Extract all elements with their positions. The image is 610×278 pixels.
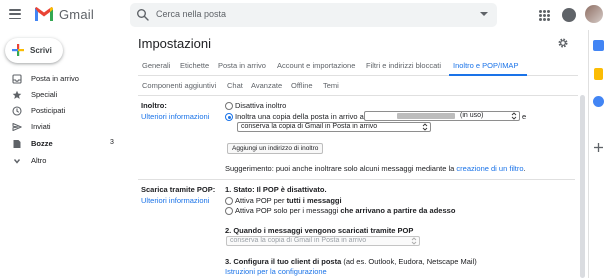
pop-new-messages-radio[interactable] <box>225 207 233 215</box>
chevron-down-icon <box>13 159 21 164</box>
pop-opt2-prefix: Attiva POP solo per i messaggi <box>235 206 339 215</box>
enable-forwarding-radio[interactable] <box>225 113 233 121</box>
pop-status: 1. Stato: Il POP è disattivato. <box>225 185 327 194</box>
keep-icon[interactable] <box>594 68 603 80</box>
forwarding-action-value: conserva la copia di Gmail in Posta in a… <box>241 123 378 130</box>
disable-forwarding-label: Disattiva inoltro <box>235 101 287 110</box>
star-icon <box>12 90 22 99</box>
create-filter-link[interactable]: creazione di un filtro <box>456 164 523 173</box>
gear-icon[interactable] <box>557 37 569 49</box>
tab-filters[interactable]: Filtri e indirizzi bloccati <box>366 61 441 70</box>
clock-icon <box>12 106 22 116</box>
sidebar-item-starred[interactable]: Speciali <box>0 87 125 103</box>
pop-opt1-prefix: Attiva POP per <box>235 196 285 205</box>
tab-chat[interactable]: Chat <box>227 81 243 90</box>
tab-offline[interactable]: Offline <box>291 81 313 90</box>
select-arrows-icon <box>411 237 417 245</box>
pop-opt1-bold: tutti i messaggi <box>286 196 342 205</box>
sidebar-item-label: Altro <box>31 156 47 165</box>
pop-action-value: conserva la copia di Gmail in Posta in a… <box>230 237 367 244</box>
sidebar-item-label: Posta in arrivo <box>31 74 79 83</box>
pop-action-select[interactable]: conserva la copia di Gmail in Posta in a… <box>226 236 420 246</box>
gmail-logo-icon[interactable] <box>34 6 54 22</box>
gmail-logo-text: Gmail <box>59 7 94 22</box>
tasks-icon[interactable] <box>593 96 604 107</box>
sidebar-item-snoozed[interactable]: Posticipati <box>0 103 125 119</box>
forwarding-address-select[interactable]: (in uso) <box>364 111 520 121</box>
configuration-instructions-link[interactable]: Istruzioni per la configurazione <box>225 267 327 276</box>
tab-forwarding-pop-imap[interactable]: Inoltro e POP/IMAP <box>453 61 518 70</box>
content-scrollbar[interactable] <box>580 95 585 278</box>
forwarding-action-select[interactable]: conserva la copia di Gmail in Posta in a… <box>237 122 431 132</box>
page-title: Impostazioni <box>138 36 211 51</box>
compose-plus-icon <box>12 44 24 56</box>
pop-step3-rest: (ad es. Outlook, Eudora, Netscape Mail) <box>343 257 477 266</box>
select-arrows-icon <box>422 123 428 131</box>
pop-all-messages-radio[interactable] <box>225 197 233 205</box>
calendar-icon[interactable] <box>593 40 604 51</box>
pop-new-messages-label: Attiva POP solo per i messaggi che arriv… <box>235 206 455 215</box>
settings-tabs-row-1: Generali Etichette Posta in arrivo Accou… <box>138 57 578 76</box>
tab-advanced[interactable]: Avanzate <box>251 81 282 90</box>
section-divider <box>138 179 575 180</box>
main-menu-icon[interactable] <box>9 9 21 19</box>
pop-learn-more-link[interactable]: Ulteriori informazioni <box>141 196 209 205</box>
tab-inbox[interactable]: Posta in arrivo <box>218 61 266 70</box>
pop-opt2-bold: che arrivano a partire da adesso <box>340 206 456 215</box>
sidebar-item-label: Bozze <box>31 139 53 148</box>
compose-label: Scrivi <box>30 46 52 55</box>
add-forwarding-address-button[interactable]: Aggiungi un indirizzo di inoltro <box>227 143 324 154</box>
add-addon-plus-icon[interactable] <box>593 142 604 153</box>
drafts-count: 3 <box>110 139 114 146</box>
sidebar-item-label: Posticipati <box>31 106 66 115</box>
draft-icon <box>13 140 21 148</box>
disable-forwarding-radio[interactable] <box>225 102 233 110</box>
sidebar-item-more[interactable]: Altro <box>0 153 125 169</box>
conjunction-text: e <box>522 112 527 121</box>
tab-labels[interactable]: Etichette <box>180 61 209 70</box>
tab-general[interactable]: Generali <box>142 61 170 70</box>
apps-grid-icon[interactable] <box>539 10 550 21</box>
avatar[interactable] <box>585 5 603 23</box>
tip-prefix: Suggerimento: puoi anche inoltrare solo … <box>225 164 455 173</box>
inbox-icon <box>12 74 22 84</box>
pop-step-3: 3. Configura il tuo client di posta (ad … <box>225 257 477 266</box>
pop-label: Scarica tramite POP: <box>141 185 216 194</box>
sidebar-item-inbox[interactable]: Posta in arrivo <box>0 71 125 87</box>
tab-accounts-import[interactable]: Account e importazione <box>277 61 355 70</box>
tab-addons[interactable]: Componenti aggiuntivi <box>142 81 216 90</box>
active-tab-indicator <box>449 74 527 76</box>
tab-themes[interactable]: Temi <box>323 81 339 90</box>
pop-step3-bold: 3. Configura il tuo client di posta <box>225 257 342 266</box>
pop-step-2: 2. Quando i messaggi vengono scaricati t… <box>225 226 414 235</box>
settings-tabs-row-2: Componenti aggiuntivi Chat Avanzate Offl… <box>138 77 578 96</box>
sidebar-item-sent[interactable]: Inviati <box>0 119 125 135</box>
tip-suffix: . <box>523 164 526 173</box>
search-input[interactable]: Cerca nella posta <box>156 9 226 19</box>
sidebar-item-drafts[interactable]: Bozze 3 <box>0 136 125 152</box>
account-circle-icon[interactable] <box>562 8 576 22</box>
sidebar-item-label: Inviati <box>31 122 51 131</box>
address-status: (in uso) <box>460 112 484 119</box>
forwarding-learn-more-link[interactable]: Ulteriori informazioni <box>141 112 209 121</box>
forwarding-label: Inoltro: <box>141 101 167 110</box>
redacted-address <box>397 113 455 119</box>
forwarding-tip: Suggerimento: puoi anche inoltrare solo … <box>225 164 526 173</box>
sidebar-item-label: Speciali <box>31 90 58 99</box>
enable-forwarding-label: Inoltra una copia della posta in arrivo … <box>235 112 364 121</box>
select-arrows-icon <box>511 112 517 120</box>
search-icon[interactable] <box>136 8 150 22</box>
search-options-caret-icon[interactable] <box>480 12 488 16</box>
send-icon <box>12 123 22 131</box>
pop-all-messages-label: Attiva POP per tutti i messaggi <box>235 196 342 205</box>
